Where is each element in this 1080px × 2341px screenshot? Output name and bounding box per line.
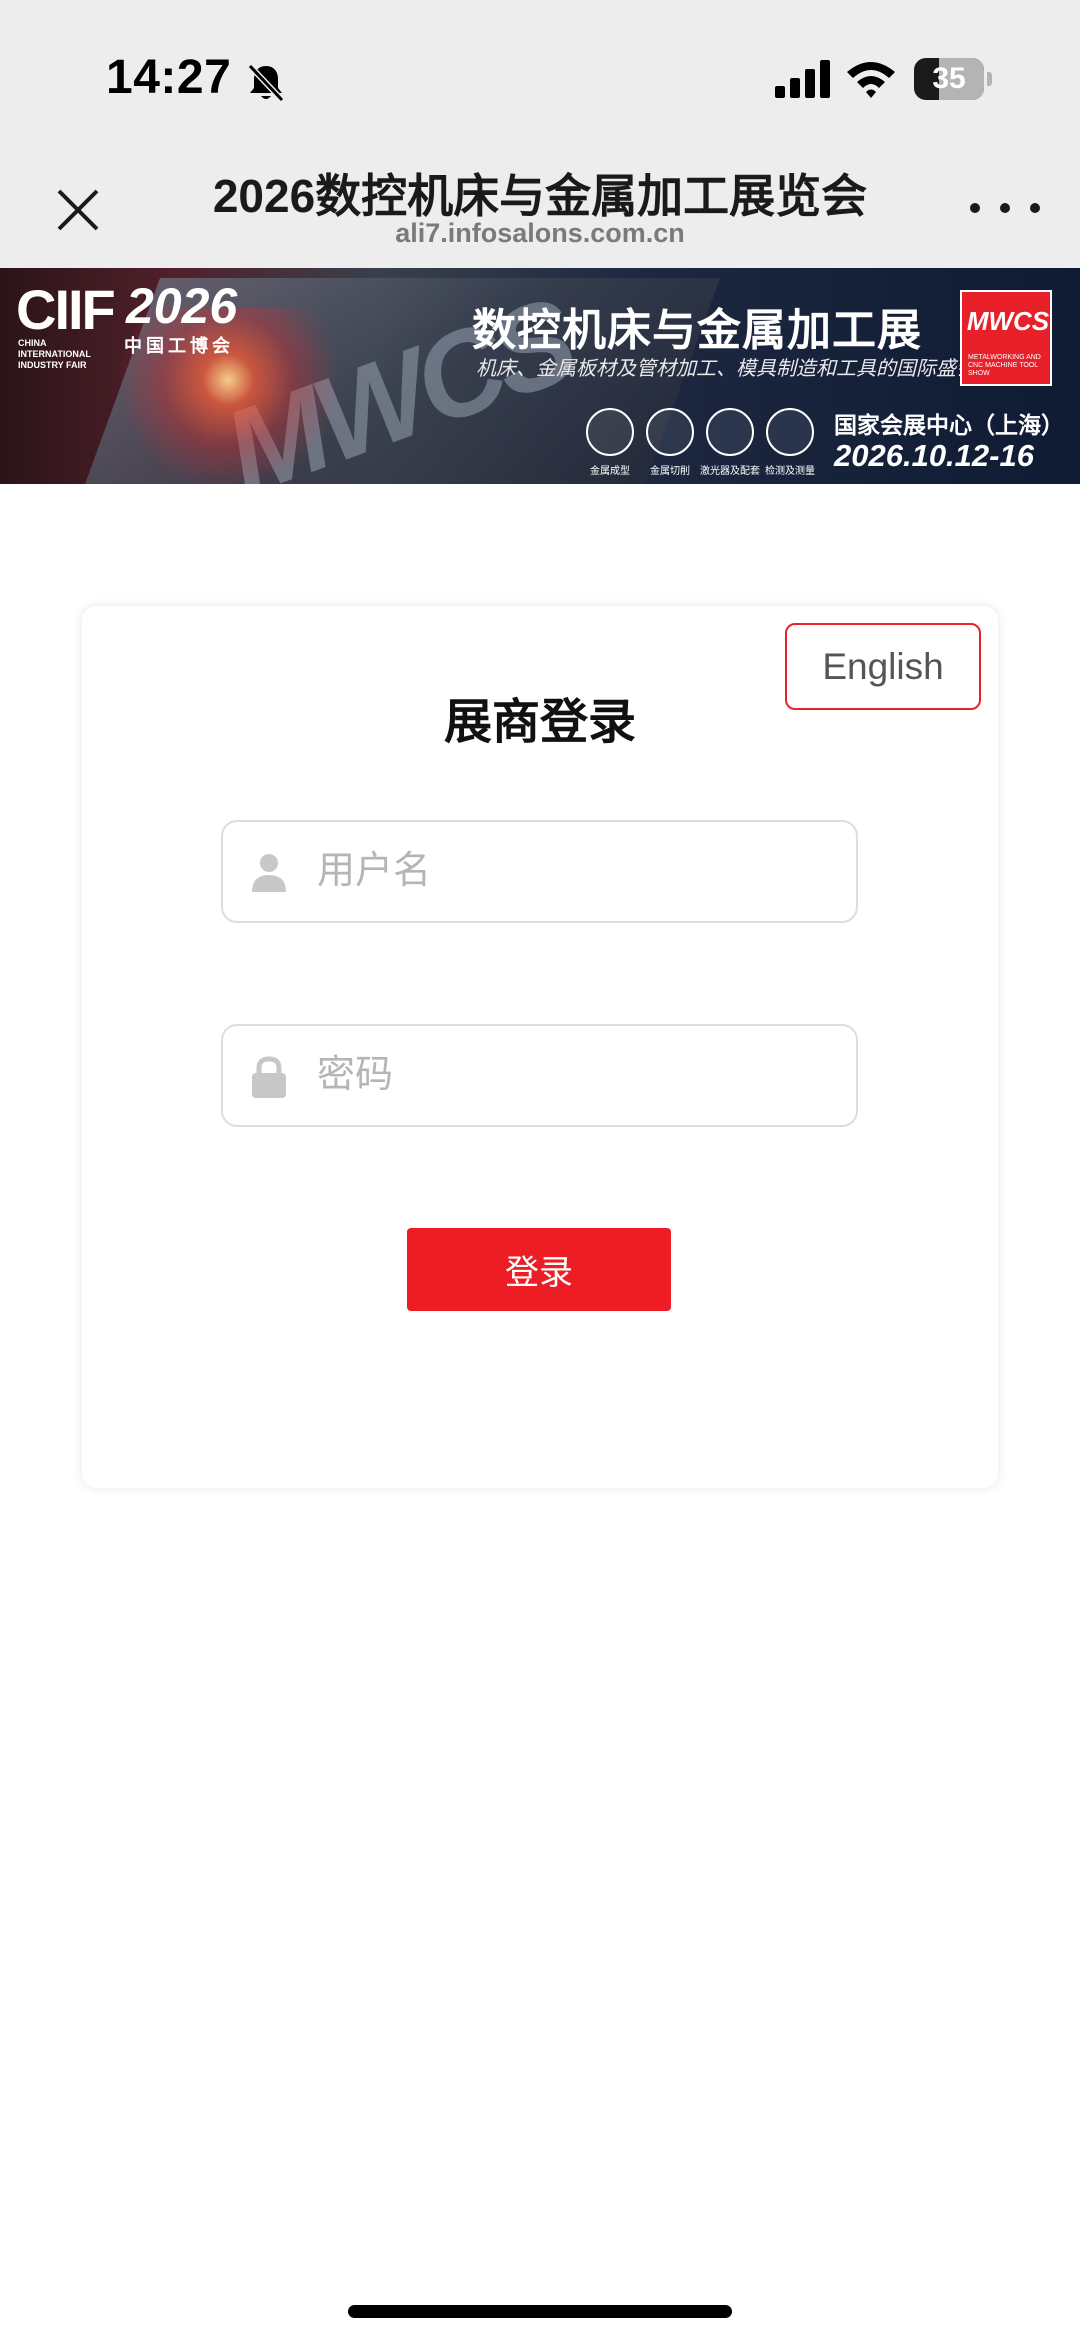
metal-cutting-icon [646, 408, 694, 456]
page-title: 2026数控机床与金属加工展览会 [212, 170, 868, 222]
more-icon [970, 203, 980, 213]
banner-title: 数控机床与金属加工展 [472, 306, 922, 355]
password-field[interactable] [221, 1024, 858, 1127]
status-time: 14:27 [106, 51, 232, 104]
exhibition-banner: MWCS CIIF 2026 CHINA INTERNATIONAL INDUS… [0, 268, 1080, 484]
show-date: 2026.10.12-16 [834, 438, 1034, 473]
close-icon [57, 189, 99, 231]
login-title: 展商登录 [443, 696, 636, 749]
venue: 国家会展中心（上海） [834, 412, 1064, 438]
ciif-en-name: CHINA INTERNATIONAL INDUSTRY FAIR [18, 338, 91, 370]
battery-icon: 35 [914, 58, 992, 100]
wifi-icon [847, 62, 895, 98]
cellular-signal-icon [775, 60, 830, 98]
username-input[interactable] [315, 822, 835, 921]
lock-icon [252, 1056, 286, 1098]
app-header: 14:27 35 2026数控机床与金属加工展览会 ali7.infosalon… [0, 0, 1080, 268]
category-label: 检测及测量 [765, 466, 815, 477]
ciif-year: 2026 [126, 278, 238, 334]
ciif-cn-name: 中国工博会 [124, 336, 234, 356]
password-input[interactable] [315, 1026, 835, 1125]
measurement-icon [766, 408, 814, 456]
page-url: ali7.infosalons.com.cn [395, 218, 685, 248]
banner-subtitle: 机床、金属板材及管材加工、模具制造和工具的国际盛会 [476, 358, 976, 380]
login-button[interactable]: 登录 [407, 1228, 671, 1311]
more-options-button[interactable] [970, 188, 1040, 228]
mwcs-logo: MWCS METALWORKING AND CNC MACHINE TOOL S… [960, 290, 1052, 386]
bell-slash-icon [247, 63, 285, 103]
laser-icon [706, 408, 754, 456]
username-field[interactable] [221, 820, 858, 923]
user-icon [252, 854, 286, 892]
battery-level: 35 [932, 62, 966, 95]
ciif-logo: CIIF [16, 278, 116, 341]
metal-forming-icon [586, 408, 634, 456]
close-button[interactable] [48, 180, 108, 240]
home-indicator [348, 2305, 732, 2318]
login-card: English 展商登录 登录 [82, 606, 998, 1488]
